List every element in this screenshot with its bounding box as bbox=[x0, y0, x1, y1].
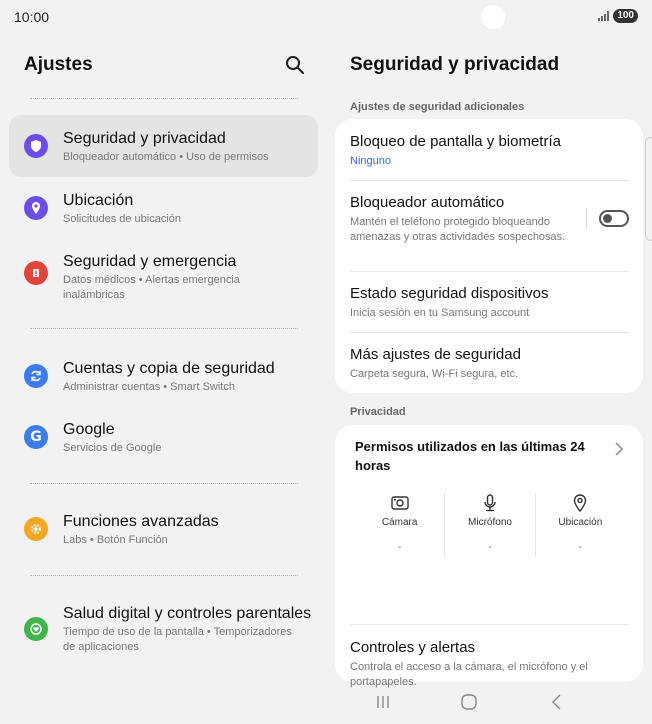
row-title: Bloqueo de pantalla y biometría bbox=[350, 133, 561, 150]
divider bbox=[30, 98, 298, 99]
divider bbox=[586, 208, 587, 228]
page-title: Seguridad y privacidad bbox=[350, 54, 560, 75]
permission-camera[interactable]: Cámara - bbox=[355, 493, 444, 557]
menu-item-title: Cuentas y copia de seguridad bbox=[63, 360, 275, 377]
menu-item-subtitle: Tiempo de uso de la pantalla • Temporiza… bbox=[63, 626, 292, 653]
security-card: Bloqueo de pantalla y biometría Ninguno … bbox=[335, 119, 643, 393]
detail-panel: Seguridad y privacidad Ajustes de seguri… bbox=[335, 34, 643, 724]
menu-item-subtitle: Administrar cuentas • Smart Switch bbox=[63, 381, 235, 393]
section-label-privacidad: Privacidad bbox=[350, 406, 406, 418]
menu-item-title: Ubicación bbox=[63, 192, 134, 209]
status-icons: 100 bbox=[598, 9, 638, 23]
row-subtitle: Ninguno bbox=[350, 155, 391, 167]
divider bbox=[350, 624, 629, 625]
google-icon: G bbox=[24, 425, 48, 449]
menu-item-google[interactable]: G Google Servicios de Google bbox=[9, 407, 318, 467]
microphone-icon bbox=[484, 494, 496, 512]
menu-item-title: Salud digital y controles parentales bbox=[63, 605, 312, 622]
permission-location[interactable]: Ubicación - bbox=[534, 493, 625, 557]
signal-icon bbox=[598, 11, 610, 21]
menu-item-subtitle: Solicitudes de ubicación bbox=[63, 213, 182, 225]
permission-label: Cámara bbox=[381, 517, 418, 528]
divider bbox=[350, 332, 629, 333]
divider bbox=[30, 575, 298, 576]
menu-item-subtitle: Labs • Botón Función bbox=[63, 534, 168, 546]
toggle-container bbox=[586, 208, 629, 228]
menu-item-funciones-avanzadas[interactable]: Funciones avanzadas Labs • Botón Función bbox=[9, 499, 318, 559]
navigation-bar bbox=[335, 684, 643, 720]
location-pin-icon bbox=[24, 196, 48, 220]
divider bbox=[30, 328, 298, 329]
row-subtitle: Carpeta segura, Wi-Fi segura, etc. bbox=[350, 368, 519, 380]
row-bloqueo-pantalla[interactable]: Bloqueo de pantalla y biometría Ninguno bbox=[350, 133, 629, 169]
back-icon[interactable] bbox=[547, 692, 567, 712]
permission-label: Micrófono bbox=[468, 517, 512, 528]
row-title: Controles y alertas bbox=[350, 639, 476, 656]
row-subtitle: Mantén el teléfono protegido bloqueando … bbox=[350, 216, 566, 243]
divider bbox=[30, 483, 298, 484]
menu-item-seguridad-privacidad[interactable]: Seguridad y privacidad Bloqueador automá… bbox=[9, 115, 318, 177]
permission-microphone[interactable]: Micrófono - bbox=[444, 493, 534, 557]
menu-item-subtitle: Bloqueador automático • Uso de permisos bbox=[63, 151, 269, 163]
section-label-seguridad: Ajustes de seguridad adicionales bbox=[350, 101, 525, 113]
menu-item-title: Funciones avanzadas bbox=[63, 513, 219, 530]
camera-icon bbox=[390, 496, 409, 510]
row-bloqueador-automatico[interactable]: Bloqueador automático Mantén el teléfono… bbox=[350, 194, 629, 262]
search-button[interactable] bbox=[283, 53, 307, 77]
settings-list-panel: Ajustes Seguridad y privacidad Bloqueado… bbox=[0, 34, 328, 724]
gear-plus-icon bbox=[24, 517, 48, 541]
menu-item-subtitle: Datos médicos • Alertas emergencia inalá… bbox=[63, 274, 240, 301]
battery-level: 100 bbox=[613, 9, 638, 23]
menu-item-seguridad-emergencia[interactable]: Seguridad y emergencia Datos médicos • A… bbox=[9, 240, 318, 314]
edge-panel-handle[interactable] bbox=[645, 137, 652, 241]
emergency-icon bbox=[24, 261, 48, 285]
menu-item-title: Seguridad y emergencia bbox=[63, 253, 237, 270]
menu-item-salud-digital[interactable]: Salud digital y controles parentales Tie… bbox=[9, 592, 318, 670]
menu-item-title: Google bbox=[63, 421, 115, 438]
menu-item-title: Seguridad y privacidad bbox=[63, 130, 226, 147]
permission-value: - bbox=[488, 542, 492, 553]
home-icon[interactable] bbox=[459, 692, 479, 712]
shield-icon bbox=[24, 134, 48, 158]
status-bar: 10:00 100 bbox=[0, 0, 652, 34]
row-title: Estado seguridad dispositivos bbox=[350, 285, 549, 302]
divider bbox=[350, 180, 629, 181]
menu-item-ubicacion[interactable]: Ubicación Solicitudes de ubicación bbox=[9, 177, 318, 237]
row-controles-alertas[interactable]: Controles y alertas Controla el acceso a… bbox=[350, 639, 629, 690]
permissions-columns: Cámara - Micrófono - Ubicación - bbox=[355, 493, 625, 557]
sync-icon bbox=[24, 364, 48, 388]
menu-item-subtitle: Servicios de Google bbox=[63, 442, 162, 454]
search-icon bbox=[286, 56, 304, 74]
chevron-right-icon bbox=[615, 442, 624, 456]
status-time: 10:00 bbox=[14, 9, 50, 25]
menu-item-cuentas-copia[interactable]: Cuentas y copia de seguridad Administrar… bbox=[9, 346, 318, 406]
auto-blocker-toggle[interactable] bbox=[599, 209, 629, 227]
permission-value: - bbox=[578, 542, 582, 553]
location-icon bbox=[574, 494, 587, 513]
permissions-title: Permisos utilizados en las últimas 24 ho… bbox=[355, 439, 585, 473]
privacy-card: Permisos utilizados en las últimas 24 ho… bbox=[335, 425, 643, 688]
row-mas-ajustes[interactable]: Más ajustes de seguridad Carpeta segura,… bbox=[350, 346, 629, 382]
row-estado-seguridad[interactable]: Estado seguridad dispositivos Inicia ses… bbox=[350, 285, 629, 321]
camera-cutout bbox=[481, 5, 505, 29]
settings-title: Ajustes bbox=[24, 54, 93, 75]
row-title: Más ajustes de seguridad bbox=[350, 346, 521, 363]
row-subtitle: Inicia sesión en tu Samsung account bbox=[350, 307, 530, 319]
heart-circle-icon bbox=[24, 617, 48, 641]
divider bbox=[350, 271, 629, 272]
recents-icon[interactable] bbox=[373, 692, 393, 712]
permission-label: Ubicación bbox=[558, 517, 603, 528]
permission-value: - bbox=[397, 542, 402, 553]
